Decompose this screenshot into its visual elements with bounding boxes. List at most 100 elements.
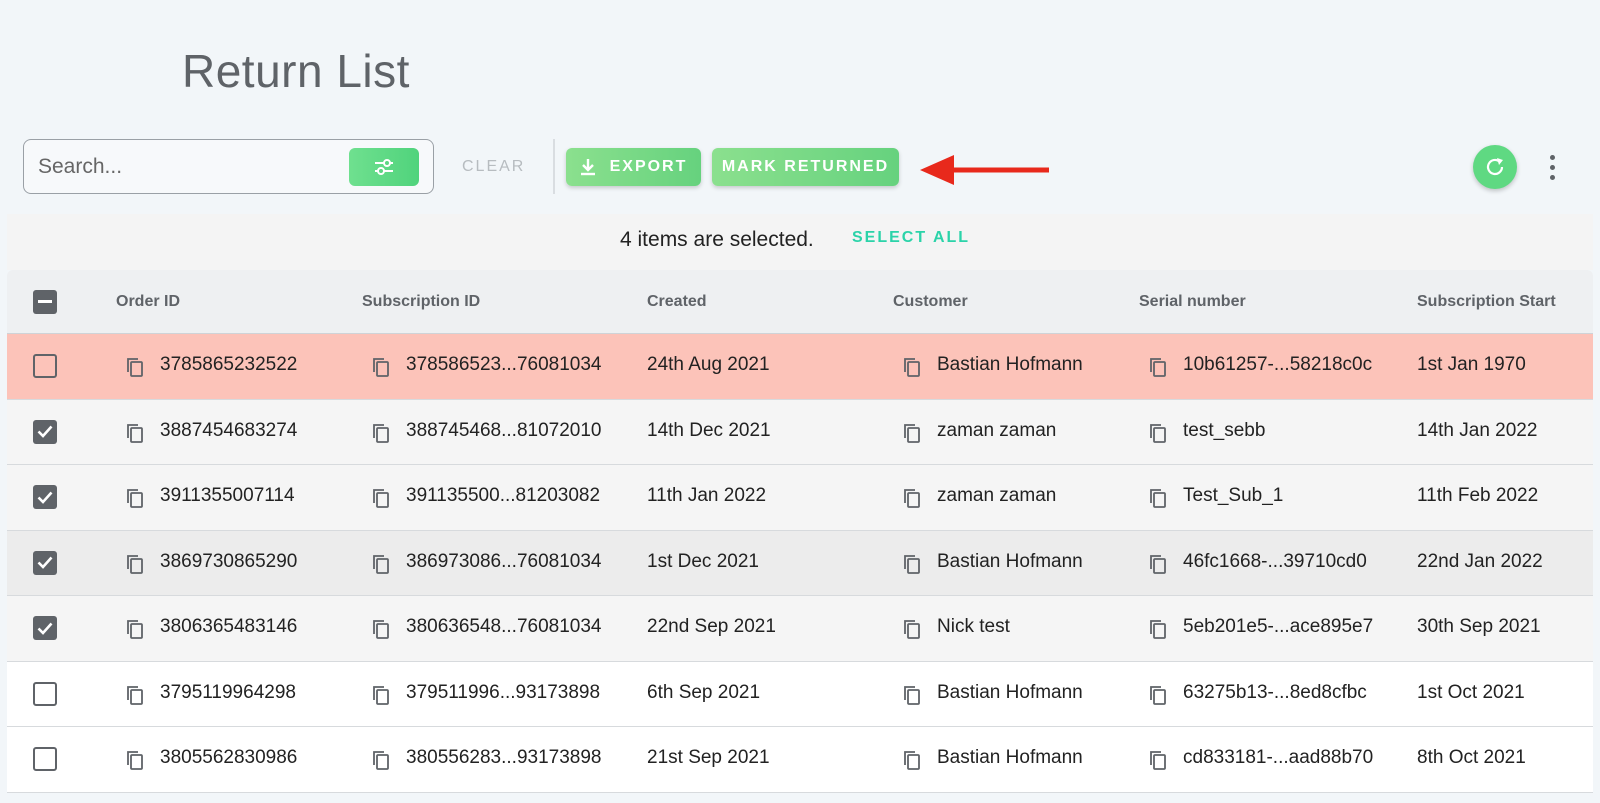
created-cell: 24th Aug 2021 <box>647 354 770 375</box>
clear-button[interactable]: CLEAR <box>462 152 525 182</box>
column-header-order-id[interactable]: Order ID <box>116 293 180 311</box>
row-select-checkbox[interactable] <box>33 681 57 706</box>
row-select-checkbox[interactable] <box>33 354 57 378</box>
subscription-start-cell: 11th Feb 2022 <box>1417 485 1539 506</box>
download-icon <box>580 159 595 176</box>
copy-icon[interactable] <box>123 355 147 379</box>
copy-icon[interactable] <box>369 617 393 641</box>
copy-icon[interactable] <box>123 421 147 445</box>
order-id-cell: 3805562830986 <box>160 747 298 768</box>
copy-icon[interactable] <box>369 748 393 772</box>
subscription-id-cell: 388745468...81072010 <box>406 419 602 441</box>
row-select-checkbox[interactable] <box>33 747 57 771</box>
copy-icon[interactable] <box>1146 421 1170 445</box>
table-row[interactable]: 3795119964298 379511996...93173898 6th Sep… <box>7 661 1593 727</box>
created-cell: 22nd Sep 2021 <box>647 616 776 637</box>
table-row[interactable]: 3806365483146 380636548...76081034 22nd Se… <box>7 596 1593 662</box>
serial-number-cell: test_sebb <box>1183 419 1266 441</box>
copy-icon[interactable] <box>1146 355 1170 379</box>
subscription-start-cell: 8th Oct 2021 <box>1417 747 1526 768</box>
selection-count-text: 4 items are selected. <box>620 228 814 251</box>
created-cell: 14th Dec 2021 <box>647 419 771 441</box>
copy-icon[interactable] <box>1146 552 1170 576</box>
copy-icon[interactable] <box>369 355 393 379</box>
copy-icon[interactable] <box>900 486 924 510</box>
copy-icon[interactable] <box>369 421 393 445</box>
serial-number-cell: 46fc1668-...39710cd0 <box>1183 550 1367 572</box>
copy-icon[interactable] <box>900 421 924 445</box>
row-select-checkbox[interactable] <box>33 550 57 575</box>
sliders-icon <box>375 159 393 175</box>
toolbar-divider <box>553 139 555 194</box>
order-id-cell: 3795119964298 <box>160 681 296 703</box>
order-id-cell: 3806365483146 <box>160 616 298 637</box>
copy-icon[interactable] <box>369 552 393 576</box>
order-id-cell: 3887454683274 <box>160 419 298 441</box>
order-id-cell: 3911355007114 <box>160 485 295 506</box>
row-select-checkbox[interactable] <box>33 616 57 640</box>
export-button[interactable]: EXPORT <box>566 148 701 186</box>
mark-returned-button[interactable]: MARK RETURNED <box>712 148 899 186</box>
copy-icon[interactable] <box>123 748 147 772</box>
table-row[interactable]: 3869730865290 386973086...76081034 1st Dec… <box>7 530 1593 596</box>
table-header: Order ID Subscription ID Created Custome… <box>7 270 1593 334</box>
copy-icon[interactable] <box>123 683 147 707</box>
copy-icon[interactable] <box>900 552 924 576</box>
serial-number-cell: 63275b13-...8ed8cfbc <box>1183 681 1367 703</box>
row-select-checkbox[interactable] <box>33 419 57 444</box>
copy-icon[interactable] <box>1146 486 1170 510</box>
table-row[interactable]: 3911355007114 391135500...81203082 11th Ja… <box>7 465 1593 531</box>
copy-icon[interactable] <box>1146 748 1170 772</box>
created-cell: 6th Sep 2021 <box>647 681 761 703</box>
table-row[interactable]: 3785865232522 378586523...76081034 24th Au… <box>7 334 1593 400</box>
header-select-checkbox[interactable] <box>33 290 57 314</box>
table-row[interactable]: 3805562830986 380556283...93173898 21st Se… <box>7 727 1593 793</box>
select-all-button[interactable]: SELECT ALL <box>852 229 970 247</box>
column-header-subscription-start[interactable]: Subscription Start <box>1417 293 1556 311</box>
created-cell: 21st Sep 2021 <box>647 747 770 768</box>
selection-bar: 4 items are selected. SELECT ALL <box>7 214 1593 270</box>
mark-returned-label: MARK RETURNED <box>721 158 890 175</box>
copy-icon[interactable] <box>1146 683 1170 707</box>
column-header-serial-number[interactable]: Serial number <box>1139 293 1246 311</box>
subscription-id-cell: 378586523...76081034 <box>406 354 602 375</box>
serial-number-cell: cd833181-...aad88b70 <box>1183 747 1374 768</box>
refresh-button[interactable] <box>1473 145 1517 189</box>
return-table: Order ID Subscription ID Created Custome… <box>7 270 1593 793</box>
column-header-subscription-id[interactable]: Subscription ID <box>362 293 480 311</box>
search-input[interactable] <box>38 150 338 184</box>
copy-icon[interactable] <box>123 617 147 641</box>
copy-icon[interactable] <box>123 486 147 510</box>
copy-icon[interactable] <box>900 617 924 641</box>
copy-icon[interactable] <box>900 683 924 707</box>
subscription-id-cell: 386973086...76081034 <box>406 550 602 572</box>
copy-icon[interactable] <box>369 486 393 510</box>
customer-cell: Nick test <box>937 616 1010 637</box>
subscription-id-cell: 391135500...81203082 <box>406 485 601 506</box>
table-body: 3785865232522 378586523...76081034 24th Au… <box>7 334 1593 793</box>
subscription-id-cell: 380636548...76081034 <box>406 616 602 637</box>
copy-icon[interactable] <box>123 552 147 576</box>
row-select-checkbox[interactable] <box>33 485 57 509</box>
copy-icon[interactable] <box>1146 617 1170 641</box>
copy-icon[interactable] <box>900 748 924 772</box>
order-id-cell: 3869730865290 <box>160 550 298 572</box>
customer-cell: zaman zaman <box>937 485 1057 506</box>
customer-cell: zaman zaman <box>937 419 1057 441</box>
arrow-left-icon <box>920 155 1049 185</box>
order-id-cell: 3785865232522 <box>160 354 298 375</box>
column-header-customer[interactable]: Customer <box>893 293 968 311</box>
filter-button[interactable] <box>349 148 419 186</box>
more-options-button[interactable] <box>1540 150 1564 184</box>
subscription-start-cell: 1st Oct 2021 <box>1417 681 1525 703</box>
subscription-start-cell: 14th Jan 2022 <box>1417 419 1538 441</box>
table-row[interactable]: 3887454683274 388745468...81072010 14th De… <box>7 399 1593 465</box>
serial-number-cell: 10b61257-...58218c0c <box>1183 354 1373 375</box>
copy-icon[interactable] <box>369 683 393 707</box>
column-header-created[interactable]: Created <box>647 293 707 311</box>
customer-cell: Bastian Hofmann <box>937 354 1083 375</box>
copy-icon[interactable] <box>900 355 924 379</box>
created-cell: 1st Dec 2021 <box>647 550 759 572</box>
subscription-id-cell: 379511996...93173898 <box>406 681 601 703</box>
customer-cell: Bastian Hofmann <box>937 747 1083 768</box>
